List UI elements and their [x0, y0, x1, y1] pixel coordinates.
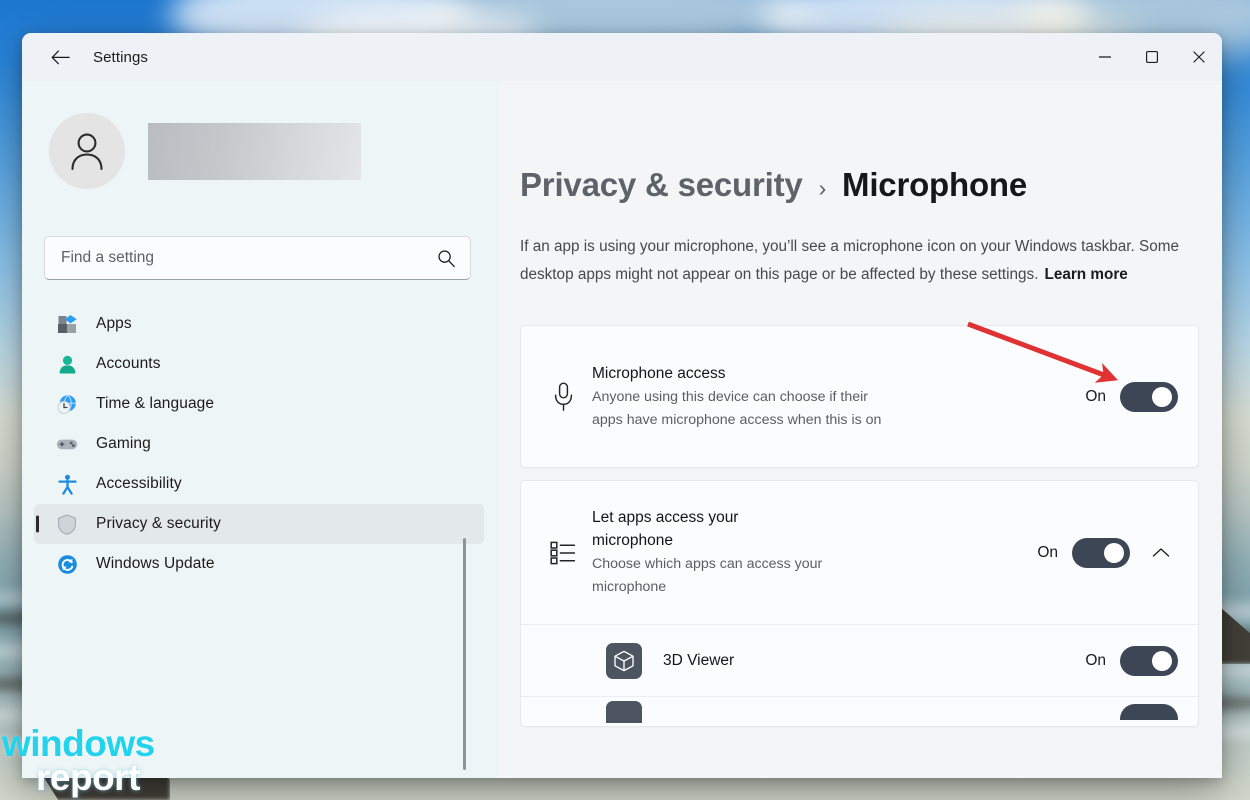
globe-clock-icon	[56, 393, 78, 415]
avatar	[49, 113, 125, 189]
sidebar-item-time-language[interactable]: Time & language	[34, 384, 484, 424]
sidebar-scrollbar[interactable]	[463, 538, 466, 770]
toggle-knob	[1152, 387, 1172, 407]
account-name-redacted	[148, 123, 361, 180]
minimize-icon	[1098, 51, 1112, 63]
app-row-partial[interactable]	[521, 696, 1198, 726]
accounts-person-icon	[56, 353, 78, 375]
apps-icon	[56, 313, 78, 335]
toggle-knob	[1152, 651, 1172, 671]
sidebar-item-privacy-security[interactable]: Privacy & security	[34, 504, 484, 544]
desktop-background: Settings	[0, 0, 1250, 800]
content-pane: Privacy & security › Microphone If an ap…	[498, 81, 1222, 778]
accessibility-person-icon	[56, 473, 78, 495]
update-refresh-icon	[56, 553, 78, 575]
sidebar-item-accounts[interactable]: Accounts	[34, 344, 484, 384]
toggle-knob	[1104, 543, 1124, 563]
toggle-state-label: On	[1037, 544, 1058, 562]
let-apps-access-header[interactable]: Let apps access your microphone Choose w…	[521, 481, 1198, 624]
shield-icon	[56, 513, 78, 535]
sidebar-item-label: Accessibility	[96, 475, 182, 493]
microphone-icon	[546, 382, 580, 412]
search-icon[interactable]	[437, 249, 456, 268]
maximize-icon	[1145, 50, 1159, 64]
app-icon-partial	[606, 701, 642, 723]
page-description: If an app is using your microphone, you’…	[520, 233, 1203, 289]
gamepad-icon	[56, 433, 78, 455]
sidebar-item-label: Time & language	[96, 395, 214, 413]
window-controls	[1081, 33, 1222, 81]
sidebar-item-windows-update[interactable]: Windows Update	[34, 544, 484, 584]
microphone-access-card[interactable]: Microphone access Anyone using this devi…	[520, 325, 1199, 468]
person-icon	[67, 130, 107, 172]
arrow-left-icon	[51, 50, 70, 65]
card-subtitle: Choose which apps can access your microp…	[592, 553, 854, 599]
back-button[interactable]	[40, 41, 80, 73]
window-body: Apps Accounts	[22, 81, 1222, 778]
sidebar-item-label: Windows Update	[96, 555, 215, 573]
sidebar-item-label: Apps	[96, 315, 132, 333]
sidebar: Apps Accounts	[22, 81, 498, 778]
close-button[interactable]	[1175, 33, 1222, 81]
sidebar-nav-list: Apps Accounts	[22, 304, 498, 584]
page-title: Microphone	[842, 166, 1027, 204]
maximize-button[interactable]	[1128, 33, 1175, 81]
card-subtitle: Anyone using this device can choose if t…	[592, 386, 897, 432]
app-toggle-partial[interactable]	[1120, 704, 1178, 720]
cube-3d-icon	[606, 643, 642, 679]
app-name: 3D Viewer	[663, 652, 1085, 670]
sidebar-item-label: Privacy & security	[96, 515, 221, 533]
search-input[interactable]	[61, 249, 437, 267]
card-title: Microphone access	[592, 362, 1085, 385]
app-row-3d-viewer[interactable]: 3D Viewer On	[521, 624, 1198, 696]
sidebar-item-label: Gaming	[96, 435, 151, 453]
window-titlebar: Settings	[22, 33, 1222, 81]
settings-window: Settings	[22, 33, 1222, 778]
let-apps-access-card: Let apps access your microphone Choose w…	[520, 480, 1199, 727]
microphone-access-toggle[interactable]	[1120, 382, 1178, 412]
minimize-button[interactable]	[1081, 33, 1128, 81]
app-toggle-3d-viewer[interactable]	[1120, 646, 1178, 676]
sidebar-item-label: Accounts	[96, 355, 161, 373]
sidebar-item-gaming[interactable]: Gaming	[34, 424, 484, 464]
breadcrumb-separator-icon: ›	[819, 175, 826, 202]
search-box[interactable]	[44, 236, 471, 280]
learn-more-link[interactable]: Learn more	[1044, 266, 1127, 283]
list-icon	[546, 540, 580, 566]
account-row[interactable]	[49, 113, 498, 189]
sidebar-item-accessibility[interactable]: Accessibility	[34, 464, 484, 504]
let-apps-access-toggle[interactable]	[1072, 538, 1130, 568]
window-title: Settings	[93, 49, 148, 66]
chevron-up-icon[interactable]	[1144, 536, 1178, 570]
card-title: Let apps access your microphone	[592, 506, 797, 552]
breadcrumb-parent-link[interactable]: Privacy & security	[520, 166, 803, 204]
close-icon	[1192, 50, 1206, 64]
toggle-state-label: On	[1085, 652, 1106, 670]
toggle-state-label: On	[1085, 388, 1106, 406]
sidebar-item-apps[interactable]: Apps	[34, 304, 484, 344]
breadcrumb: Privacy & security › Microphone	[520, 166, 1222, 204]
